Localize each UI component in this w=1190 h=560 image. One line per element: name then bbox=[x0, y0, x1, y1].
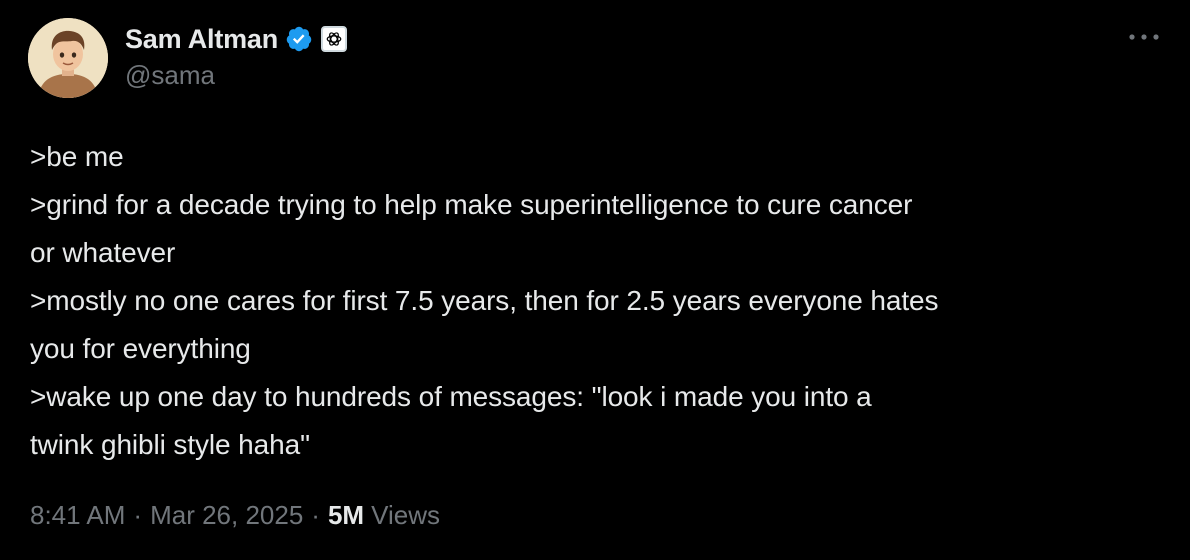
tweet-line: >grind for a decade trying to help make … bbox=[30, 189, 913, 220]
tweet-date[interactable]: Mar 26, 2025 bbox=[150, 500, 303, 531]
tweet-line: >mostly no one cares for first 7.5 years… bbox=[30, 285, 939, 316]
more-options-button[interactable] bbox=[1124, 22, 1164, 52]
tweet-meta: 8:41 AM · Mar 26, 2025 · 5M Views bbox=[30, 500, 440, 531]
openai-logo-icon[interactable] bbox=[321, 26, 348, 52]
tweet-line: you for everything bbox=[30, 333, 251, 364]
meta-separator: · bbox=[311, 500, 320, 530]
author-name-row: Sam Altman bbox=[125, 20, 348, 58]
verified-check-icon[interactable] bbox=[285, 25, 313, 53]
meta-separator: · bbox=[133, 500, 143, 530]
views-label[interactable]: Views bbox=[371, 500, 440, 531]
tweet-line: or whatever bbox=[30, 237, 176, 268]
avatar-illustration bbox=[28, 18, 108, 98]
tweet-card: Sam Altman @sama >be me >grind for a dec… bbox=[0, 0, 1190, 560]
author-display-name[interactable]: Sam Altman bbox=[125, 24, 278, 55]
tweet-time[interactable]: 8:41 AM bbox=[30, 500, 125, 531]
avatar[interactable] bbox=[28, 18, 108, 98]
views-count[interactable]: 5M bbox=[328, 500, 364, 531]
tweet-line: >wake up one day to hundreds of messages… bbox=[30, 381, 872, 412]
author-handle[interactable]: @sama bbox=[125, 60, 215, 91]
tweet-line: twink ghibli style haha" bbox=[30, 429, 310, 460]
tweet-line: >be me bbox=[30, 141, 124, 172]
more-horizontal-icon bbox=[1129, 34, 1159, 40]
tweet-text: >be me >grind for a decade trying to hel… bbox=[30, 133, 1175, 469]
